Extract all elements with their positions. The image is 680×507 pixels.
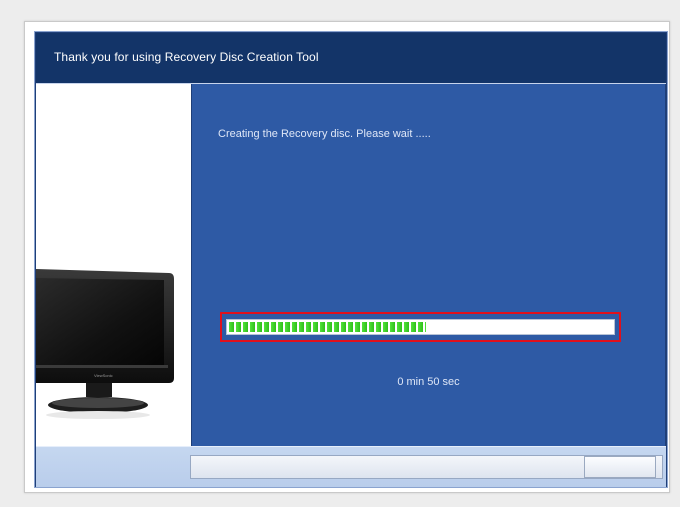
screen: Thank you for using Recovery Disc Creati…	[0, 0, 680, 507]
progress-bar	[226, 319, 615, 335]
time-remaining: 0 min 50 sec	[397, 376, 460, 388]
brand-logo: ViewSonic	[94, 373, 113, 378]
footer-button[interactable]	[584, 456, 656, 478]
progress-fill	[229, 322, 427, 332]
product-image-panel: ViewSonic	[36, 84, 191, 446]
window-title: Thank you for using Recovery Disc Creati…	[54, 50, 319, 64]
status-message: Creating the Recovery disc. Please wait …	[218, 128, 431, 140]
installer-window: Thank you for using Recovery Disc Creati…	[24, 21, 670, 493]
main-content: Creating the Recovery disc. Please wait …	[192, 84, 665, 446]
monitor-icon: ViewSonic	[36, 265, 191, 446]
title-bar: Thank you for using Recovery Disc Creati…	[36, 33, 666, 84]
footer-bar	[36, 446, 666, 487]
window-body: Thank you for using Recovery Disc Creati…	[34, 31, 668, 488]
progress-highlight	[220, 312, 621, 342]
